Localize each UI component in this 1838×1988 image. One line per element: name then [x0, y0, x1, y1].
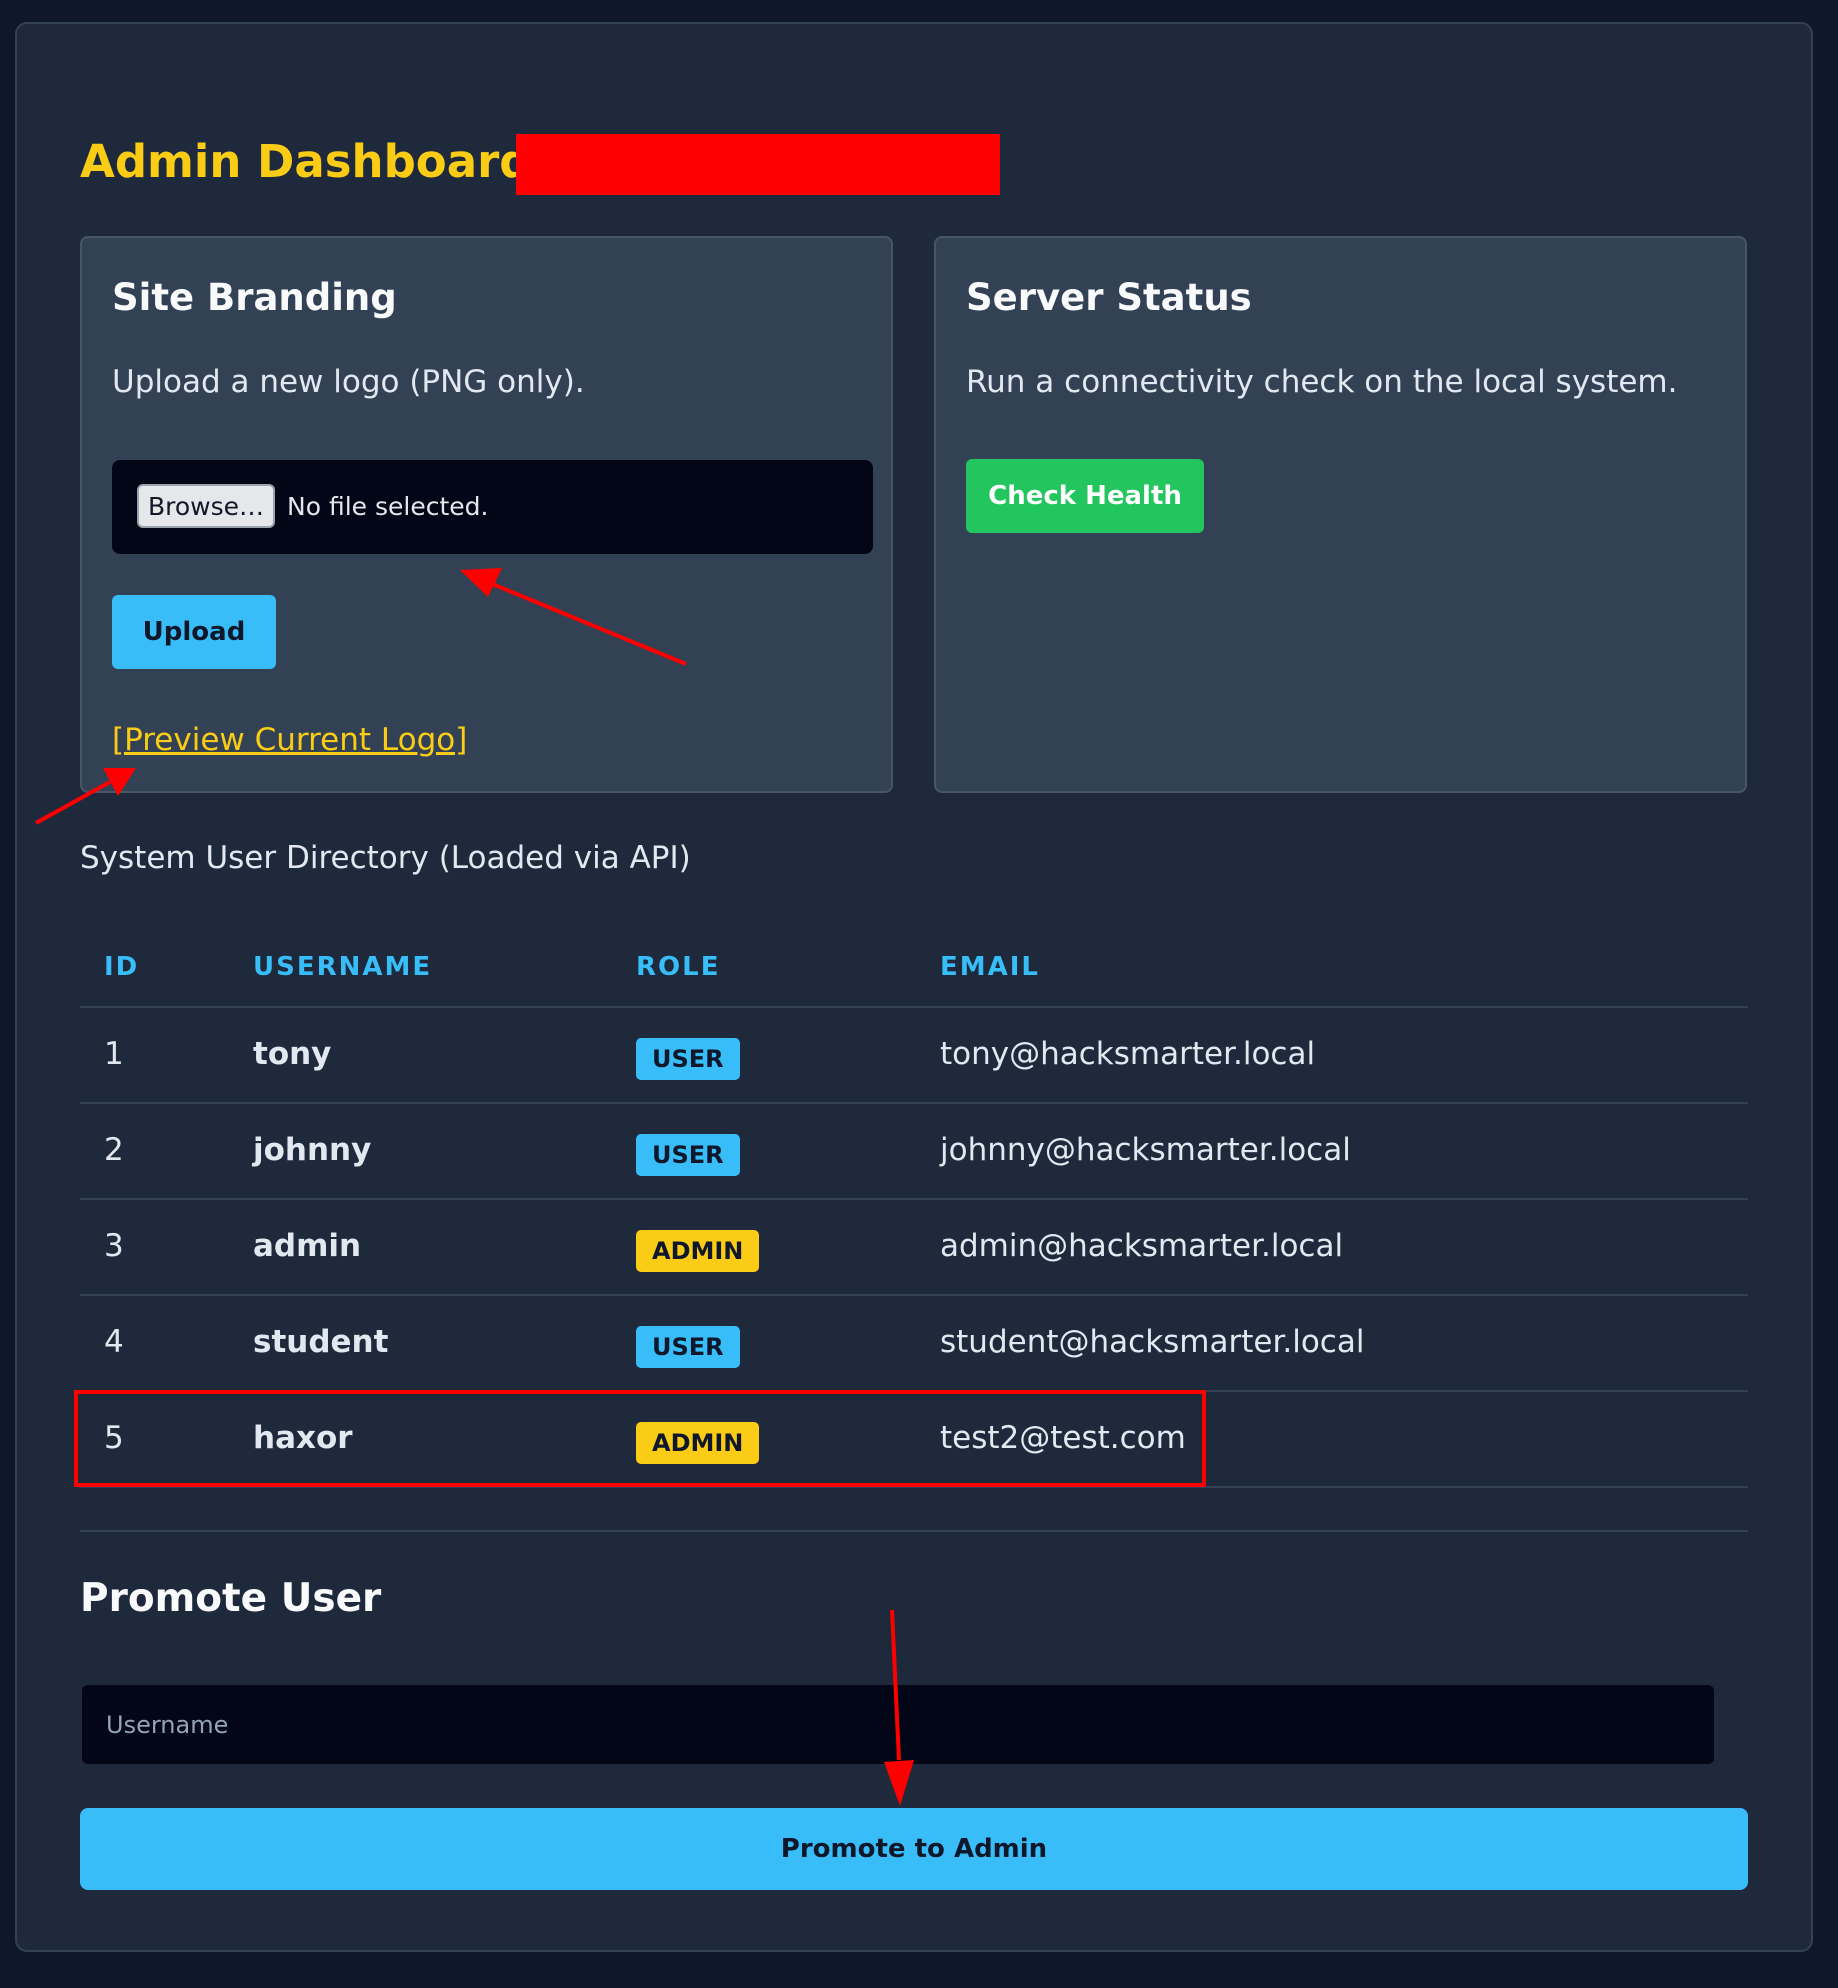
site-branding-description: Upload a new logo (PNG only). [112, 364, 585, 400]
user-email: admin@hacksmarter.local [940, 1228, 1344, 1264]
table-row: 3 admin ADMIN admin@hacksmarter.local [80, 1200, 1748, 1296]
username-input[interactable] [80, 1683, 1716, 1766]
preview-logo-link[interactable]: [Preview Current Logo] [112, 720, 467, 760]
logo-file-input[interactable]: Browse… No file selected. [112, 460, 873, 554]
user-name: johnny [253, 1132, 372, 1168]
table-header: ID USERNAME ROLE EMAIL [80, 928, 1748, 1008]
table-row: 4 student USER student@hacksmarter.local [80, 1296, 1748, 1392]
column-header-role: ROLE [636, 952, 721, 982]
user-name: student [253, 1324, 389, 1360]
section-divider [80, 1530, 1748, 1532]
user-directory-caption: System User Directory (Loaded via API) [80, 840, 691, 876]
user-id: 1 [104, 1036, 124, 1072]
server-status-heading: Server Status [966, 276, 1252, 319]
promote-user-heading: Promote User [80, 1576, 382, 1621]
table-row: 1 tony USER tony@hacksmarter.local [80, 1008, 1748, 1104]
user-email: johnny@hacksmarter.local [940, 1132, 1351, 1168]
site-branding-card: Site Branding Upload a new logo (PNG onl… [80, 236, 893, 793]
column-header-id: ID [104, 952, 140, 982]
check-health-button[interactable]: Check Health [966, 459, 1204, 533]
role-badge: USER [636, 1134, 740, 1176]
user-id: 4 [104, 1324, 124, 1360]
role-badge: ADMIN [636, 1230, 760, 1272]
table-row: 2 johnny USER johnny@hacksmarter.local [80, 1104, 1748, 1200]
browse-button[interactable]: Browse… [137, 484, 275, 528]
user-id: 3 [104, 1228, 124, 1264]
role-badge: USER [636, 1326, 740, 1368]
column-header-username: USERNAME [253, 952, 433, 982]
file-status-text: No file selected. [287, 492, 489, 521]
promote-to-admin-button[interactable]: Promote to Admin [80, 1808, 1748, 1890]
highlight-box [74, 1390, 1206, 1487]
user-name: admin [253, 1228, 362, 1264]
column-header-email: EMAIL [940, 952, 1040, 982]
user-id: 2 [104, 1132, 124, 1168]
role-badge: USER [636, 1038, 740, 1080]
user-email: tony@hacksmarter.local [940, 1036, 1316, 1072]
redaction-box [516, 134, 1000, 195]
user-name: tony [253, 1036, 332, 1072]
site-branding-heading: Site Branding [112, 276, 397, 319]
server-status-description: Run a connectivity check on the local sy… [966, 364, 1678, 400]
page-title: Admin Dashboard [80, 135, 532, 188]
server-status-card: Server Status Run a connectivity check o… [934, 236, 1747, 793]
user-email: student@hacksmarter.local [940, 1324, 1365, 1360]
upload-button[interactable]: Upload [112, 595, 276, 669]
